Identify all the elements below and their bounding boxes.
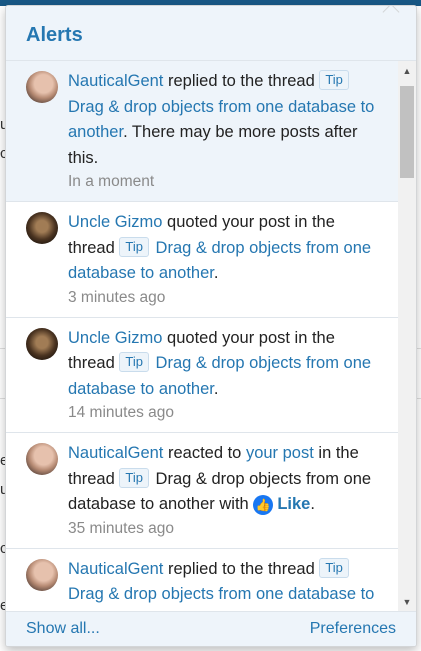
reaction-label: Like [277, 495, 311, 514]
avatar[interactable] [26, 327, 58, 360]
prefix-tag: Tip [319, 557, 349, 578]
reaction-like: 👍 Like [253, 492, 310, 518]
avatar[interactable] [26, 71, 58, 103]
alert-time: In a moment [68, 173, 155, 190]
alert-text: Uncle Gizmo quoted your post in the thre… [68, 326, 384, 403]
alert-user-link[interactable]: NauticalGent [68, 72, 163, 90]
prefix-tag: Tip [119, 467, 149, 488]
alert-thread-link[interactable]: Drag & drop objects from one database to… [68, 585, 374, 612]
scroll-thumb[interactable] [400, 86, 414, 178]
alert-time: 3 minutes ago [68, 288, 166, 306]
popup-footer: Show all... Preferences [6, 611, 416, 646]
alert-text: NauticalGent replied to the thread Tip D… [68, 69, 384, 171]
avatar[interactable] [26, 558, 58, 591]
alert-user-link[interactable]: NauticalGent [68, 560, 163, 578]
alerts-scrollbar[interactable]: ▲ ▼ [398, 61, 416, 612]
alert-action: reacted to [163, 444, 246, 462]
alert-action: replied to the thread [163, 72, 320, 90]
alert-time: 35 minutes ago [68, 519, 174, 537]
preferences-link[interactable]: Preferences [310, 620, 396, 638]
avatar[interactable] [26, 443, 58, 475]
alert-user-link[interactable]: Uncle Gizmo [68, 329, 162, 347]
alert-item[interactable]: NauticalGent replied to the thread Tip D… [6, 61, 398, 202]
alert-suffix: . [213, 379, 219, 398]
alert-text: Uncle Gizmo quoted your post in the thre… [68, 210, 384, 287]
alert-text: NauticalGent reacted to your post in the… [68, 441, 384, 518]
alert-item[interactable]: Uncle Gizmo quoted your post in the thre… [6, 318, 398, 433]
thumbs-up-icon: 👍 [253, 495, 274, 515]
show-all-link[interactable]: Show all... [26, 620, 100, 638]
alert-post-link[interactable]: your post [246, 444, 314, 462]
alert-item[interactable]: NauticalGent replied to the thread Tip D… [6, 549, 398, 612]
alert-action: replied to the thread [163, 559, 320, 578]
alert-time: 14 minutes ago [68, 404, 174, 421]
scroll-down-arrow-icon[interactable]: ▼ [398, 594, 416, 610]
popup-title[interactable]: Alerts [26, 24, 416, 47]
popup-header: Alerts [6, 6, 416, 61]
alert-item[interactable]: Uncle Gizmo quoted your post in the thre… [6, 202, 398, 318]
alert-user-link[interactable]: NauticalGent [68, 444, 163, 462]
prefix-tag: Tip [319, 70, 349, 90]
prefix-tag: Tip [119, 352, 149, 372]
alert-suffix: . [213, 264, 219, 282]
alert-text: NauticalGent replied to the thread Tip D… [68, 557, 384, 612]
alert-with: with [214, 495, 254, 513]
prefix-tag: Tip [119, 236, 149, 257]
avatar[interactable] [26, 212, 58, 244]
alerts-list: NauticalGent replied to the thread Tip D… [6, 61, 398, 612]
scroll-up-arrow-icon[interactable]: ▲ [398, 63, 416, 79]
alert-item[interactable]: NauticalGent reacted to your post in the… [6, 433, 398, 549]
alerts-popup: Alerts NauticalGent replied to the threa… [5, 5, 417, 647]
alert-user-link[interactable]: Uncle Gizmo [68, 213, 162, 231]
alert-suffix: . [310, 495, 315, 513]
